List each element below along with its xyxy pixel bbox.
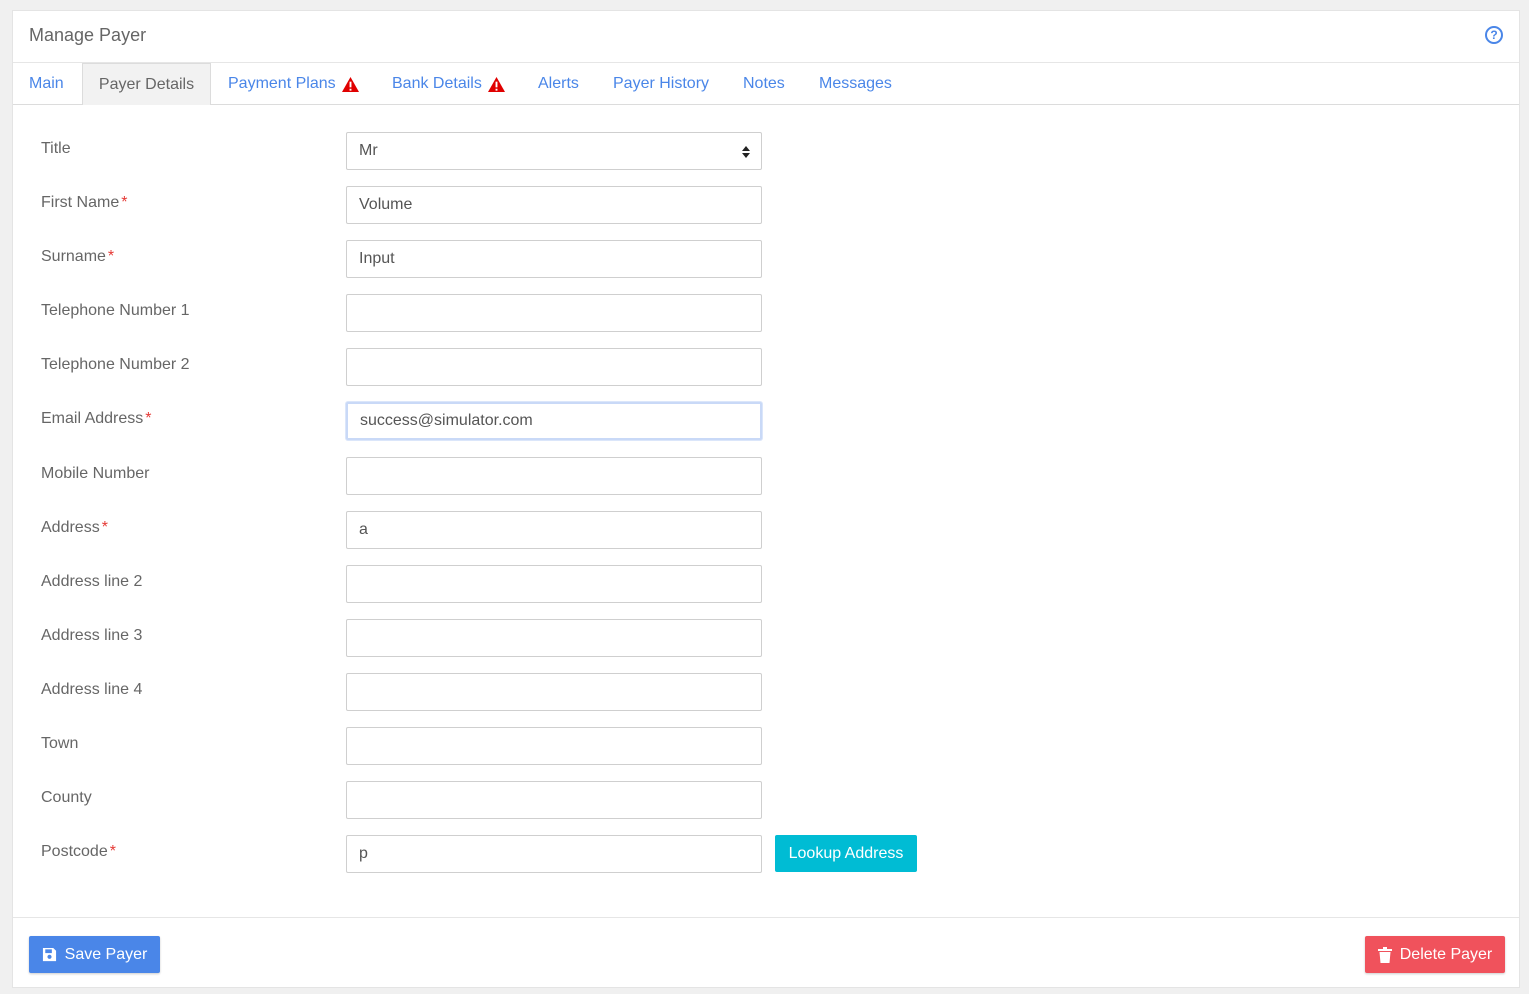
required-marker: *: [101, 519, 108, 536]
tab-label: Payment Plans: [228, 75, 336, 92]
form-row-title: Title Mr: [13, 132, 1519, 170]
postcode-input[interactable]: [346, 835, 762, 873]
page-title: Manage Payer: [29, 25, 147, 45]
address-3-label: Address line 3: [41, 627, 143, 644]
required-marker: *: [107, 248, 115, 265]
telephone-1-input[interactable]: [346, 294, 762, 332]
select-arrows-icon: [742, 146, 750, 158]
form-row-first-name: First Name *: [13, 186, 1519, 224]
warning-icon: [487, 76, 505, 92]
town-input[interactable]: [346, 727, 762, 765]
title-select[interactable]: Mr: [346, 132, 762, 170]
title-label: Title: [41, 140, 71, 157]
required-marker: *: [145, 410, 152, 427]
tab-payer-history[interactable]: Payer History: [613, 63, 709, 105]
mobile-input[interactable]: [346, 457, 762, 495]
form-row-county: County: [13, 781, 1519, 819]
form-row-surname: Surname *: [13, 240, 1519, 278]
tab-label: Main: [29, 75, 64, 92]
tab-bar: Main Payer Details Payment Plans Bank De…: [13, 63, 1519, 105]
form-row-town: Town: [13, 727, 1519, 765]
tab-main[interactable]: Main: [29, 63, 64, 105]
tab-label: Messages: [819, 75, 892, 92]
postcode-label: Postcode *: [41, 843, 116, 860]
address-input[interactable]: [346, 511, 762, 549]
telephone-2-input[interactable]: [346, 348, 762, 386]
save-payer-button[interactable]: Save Payer: [29, 936, 160, 973]
tab-label: Alerts: [538, 75, 579, 92]
address-2-input[interactable]: [346, 565, 762, 603]
first-name-input[interactable]: [346, 186, 762, 224]
footer-divider: [13, 917, 1519, 918]
first-name-label: First Name *: [41, 194, 128, 211]
telephone-1-label: Telephone Number 1: [41, 302, 190, 319]
form-row-telephone-1: Telephone Number 1: [13, 294, 1519, 332]
form-row-address: Address *: [13, 511, 1519, 549]
surname-input[interactable]: [346, 240, 762, 278]
form-row-address-2: Address line 2: [13, 565, 1519, 603]
required-marker: *: [121, 194, 128, 211]
mobile-label: Mobile Number: [41, 465, 150, 482]
tab-label: Notes: [743, 75, 785, 92]
card-header: Manage Payer ?: [13, 11, 1519, 63]
lookup-address-button[interactable]: Lookup Address: [775, 835, 917, 872]
manage-payer-card: Manage Payer ? Main Payer Details Paymen…: [12, 10, 1520, 988]
tab-payment-plans[interactable]: Payment Plans: [228, 63, 360, 105]
form-row-postcode: Postcode* Lookup Address: [13, 835, 1519, 873]
address-2-label: Address line 2: [41, 573, 143, 590]
form-row-mobile: Mobile Number: [13, 457, 1519, 495]
warning-icon: [341, 76, 359, 92]
required-marker: *: [109, 843, 116, 860]
help-icon[interactable]: ?: [1485, 26, 1503, 44]
county-input[interactable]: [346, 781, 762, 819]
county-label: County: [41, 789, 92, 806]
telephone-2-label: Telephone Number 2: [41, 356, 190, 373]
form-row-telephone-2: Telephone Number 2: [13, 348, 1519, 386]
tab-payer-details[interactable]: Payer Details: [82, 63, 211, 105]
address-label: Address *: [41, 519, 108, 536]
delete-button-label: Delete Payer: [1399, 945, 1493, 963]
address-3-input[interactable]: [346, 619, 762, 657]
email-input[interactable]: [346, 402, 762, 440]
email-label: Email Address *: [41, 410, 152, 427]
form-row-address-3: Address line 3: [13, 619, 1519, 657]
tab-label: Payer Details: [98, 75, 195, 93]
address-4-input[interactable]: [346, 673, 762, 711]
tab-notes[interactable]: Notes: [743, 63, 785, 105]
floppy-disk-icon: [42, 947, 56, 962]
save-button-label: Save Payer: [64, 945, 148, 963]
surname-label: Surname *: [41, 248, 115, 265]
form-row-address-4: Address line 4: [13, 673, 1519, 711]
tab-alerts[interactable]: Alerts: [538, 63, 579, 105]
form-row-email: Email Address *: [13, 402, 1519, 440]
tab-bank-details[interactable]: Bank Details: [392, 63, 506, 105]
tab-label: Bank Details: [392, 75, 482, 92]
delete-payer-button[interactable]: Delete Payer: [1365, 936, 1505, 973]
town-label: Town: [41, 735, 79, 752]
tab-messages[interactable]: Messages: [819, 63, 892, 105]
trash-icon: [1377, 946, 1392, 963]
address-4-label: Address line 4: [41, 681, 143, 698]
title-select-value: Mr: [359, 142, 378, 159]
tab-label: Payer History: [613, 75, 710, 92]
